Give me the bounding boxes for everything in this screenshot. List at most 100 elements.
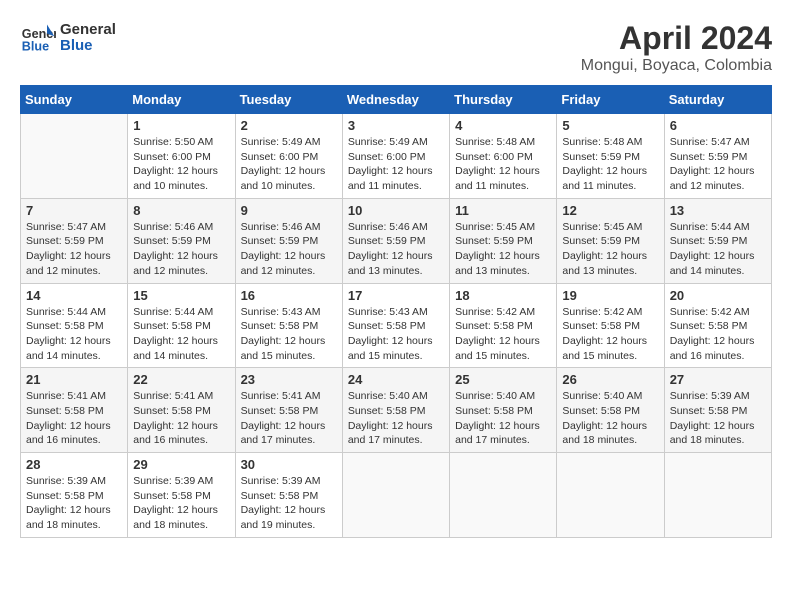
day-info: Sunrise: 5:44 AM Sunset: 5:58 PM Dayligh… — [133, 305, 229, 364]
day-number: 6 — [670, 118, 766, 133]
day-info: Sunrise: 5:44 AM Sunset: 5:58 PM Dayligh… — [26, 305, 122, 364]
day-number: 3 — [348, 118, 444, 133]
day-header-sunday: Sunday — [21, 86, 128, 114]
day-number: 16 — [241, 288, 337, 303]
title-area: April 2024 Mongui, Boyaca, Colombia — [581, 20, 772, 75]
day-number: 24 — [348, 372, 444, 387]
day-number: 2 — [241, 118, 337, 133]
day-info: Sunrise: 5:39 AM Sunset: 5:58 PM Dayligh… — [670, 389, 766, 448]
day-info: Sunrise: 5:39 AM Sunset: 5:58 PM Dayligh… — [241, 474, 337, 533]
calendar-cell: 1 Sunrise: 5:50 AM Sunset: 6:00 PM Daylig… — [128, 114, 235, 199]
day-info: Sunrise: 5:47 AM Sunset: 5:59 PM Dayligh… — [670, 135, 766, 194]
day-number: 29 — [133, 457, 229, 472]
calendar-cell: 26Sunrise: 5:40 AM Sunset: 5:58 PM Dayli… — [557, 368, 664, 453]
calendar-cell: 7 Sunrise: 5:47 AM Sunset: 5:59 PM Daylig… — [21, 198, 128, 283]
calendar-cell: 23 Sunrise: 5:41 AM Sunset: 5:58 PM Dayli… — [235, 368, 342, 453]
day-info: Sunrise: 5:49 AM Sunset: 6:00 PM Dayligh… — [241, 135, 337, 194]
day-info: Sunrise: 5:39 AM Sunset: 5:58 PM Dayligh… — [133, 474, 229, 533]
logo-line2: Blue — [60, 38, 116, 55]
day-header-saturday: Saturday — [664, 86, 771, 114]
week-row-2: 14 Sunrise: 5:44 AM Sunset: 5:58 PM Dayli… — [21, 283, 772, 368]
calendar-cell: 28Sunrise: 5:39 AM Sunset: 5:58 PM Dayli… — [21, 453, 128, 538]
calendar-cell: 10Sunrise: 5:46 AM Sunset: 5:59 PM Dayli… — [342, 198, 449, 283]
day-number: 22 — [133, 372, 229, 387]
calendar-table: SundayMondayTuesdayWednesdayThursdayFrid… — [20, 85, 772, 538]
logo-icon: General Blue — [20, 20, 56, 56]
day-number: 23 — [241, 372, 337, 387]
day-number: 12 — [562, 203, 658, 218]
day-info: Sunrise: 5:46 AM Sunset: 5:59 PM Dayligh… — [133, 220, 229, 279]
calendar-cell: 19 Sunrise: 5:42 AM Sunset: 5:58 PM Dayli… — [557, 283, 664, 368]
week-row-0: 1 Sunrise: 5:50 AM Sunset: 6:00 PM Daylig… — [21, 114, 772, 199]
week-row-4: 28 Sunrise: 5:39 AM Sunset: 5:58 PM Dayli… — [21, 453, 772, 538]
calendar-cell: 22 Sunrise: 5:41 AM Sunset: 5:58 PM Dayli… — [128, 368, 235, 453]
calendar-cell — [342, 453, 449, 538]
day-header-thursday: Thursday — [450, 86, 557, 114]
day-number: 19 — [562, 288, 658, 303]
calendar-cell: 29 Sunrise: 5:39 AM Sunset: 5:58 PM Dayli… — [128, 453, 235, 538]
day-header-row: SundayMondayTuesdayWednesdayThursdayFrid… — [21, 86, 772, 114]
day-info: Sunrise: 5:46 AM Sunset: 5:59 PM Dayligh… — [241, 220, 337, 279]
day-info: Sunrise: 5:44 AM Sunset: 5:59 PM Dayligh… — [670, 220, 766, 279]
calendar-cell: 11Sunrise: 5:45 AM Sunset: 5:59 PM Dayli… — [450, 198, 557, 283]
logo: General Blue General Blue — [20, 20, 116, 56]
calendar-cell: 24 Sunrise: 5:40 AM Sunset: 5:58 PM Dayli… — [342, 368, 449, 453]
day-info: Sunrise: 5:40 AM Sunset: 5:58 PM Dayligh… — [348, 389, 444, 448]
header: General Blue General Blue April 2024 Mon… — [20, 20, 772, 75]
day-info: Sunrise: 5:45 AM Sunset: 5:59 PM Dayligh… — [562, 220, 658, 279]
calendar-cell: 8Sunrise: 5:46 AM Sunset: 5:59 PM Daylig… — [128, 198, 235, 283]
calendar-cell: 18 Sunrise: 5:42 AM Sunset: 5:58 PM Dayli… — [450, 283, 557, 368]
day-number: 17 — [348, 288, 444, 303]
calendar-cell: 20 Sunrise: 5:42 AM Sunset: 5:58 PM Dayli… — [664, 283, 771, 368]
day-info: Sunrise: 5:46 AM Sunset: 5:59 PM Dayligh… — [348, 220, 444, 279]
day-number: 11 — [455, 203, 551, 218]
day-info: Sunrise: 5:48 AM Sunset: 5:59 PM Dayligh… — [562, 135, 658, 194]
day-number: 20 — [670, 288, 766, 303]
day-number: 7 — [26, 203, 122, 218]
day-header-tuesday: Tuesday — [235, 86, 342, 114]
day-info: Sunrise: 5:40 AM Sunset: 5:58 PM Dayligh… — [455, 389, 551, 448]
day-header-monday: Monday — [128, 86, 235, 114]
day-number: 21 — [26, 372, 122, 387]
calendar-title: April 2024 — [581, 20, 772, 57]
calendar-cell: 3Sunrise: 5:49 AM Sunset: 6:00 PM Daylig… — [342, 114, 449, 199]
calendar-cell: 15Sunrise: 5:44 AM Sunset: 5:58 PM Dayli… — [128, 283, 235, 368]
day-info: Sunrise: 5:42 AM Sunset: 5:58 PM Dayligh… — [455, 305, 551, 364]
logo-line1: General — [60, 22, 116, 39]
day-number: 13 — [670, 203, 766, 218]
calendar-subtitle: Mongui, Boyaca, Colombia — [581, 57, 772, 75]
day-info: Sunrise: 5:50 AM Sunset: 6:00 PM Dayligh… — [133, 135, 229, 194]
calendar-cell: 17 Sunrise: 5:43 AM Sunset: 5:58 PM Dayli… — [342, 283, 449, 368]
calendar-cell: 30 Sunrise: 5:39 AM Sunset: 5:58 PM Dayli… — [235, 453, 342, 538]
day-number: 26 — [562, 372, 658, 387]
week-row-3: 21 Sunrise: 5:41 AM Sunset: 5:58 PM Dayli… — [21, 368, 772, 453]
calendar-cell: 2 Sunrise: 5:49 AM Sunset: 6:00 PM Daylig… — [235, 114, 342, 199]
day-number: 18 — [455, 288, 551, 303]
day-header-friday: Friday — [557, 86, 664, 114]
day-info: Sunrise: 5:41 AM Sunset: 5:58 PM Dayligh… — [241, 389, 337, 448]
day-info: Sunrise: 5:43 AM Sunset: 5:58 PM Dayligh… — [241, 305, 337, 364]
calendar-cell: 14 Sunrise: 5:44 AM Sunset: 5:58 PM Dayli… — [21, 283, 128, 368]
day-info: Sunrise: 5:47 AM Sunset: 5:59 PM Dayligh… — [26, 220, 122, 279]
day-info: Sunrise: 5:42 AM Sunset: 5:58 PM Dayligh… — [562, 305, 658, 364]
calendar-cell: 27 Sunrise: 5:39 AM Sunset: 5:58 PM Dayli… — [664, 368, 771, 453]
calendar-cell — [557, 453, 664, 538]
day-number: 4 — [455, 118, 551, 133]
calendar-cell: 6 Sunrise: 5:47 AM Sunset: 5:59 PM Daylig… — [664, 114, 771, 199]
day-info: Sunrise: 5:43 AM Sunset: 5:58 PM Dayligh… — [348, 305, 444, 364]
day-number: 14 — [26, 288, 122, 303]
day-number: 1 — [133, 118, 229, 133]
week-row-1: 7 Sunrise: 5:47 AM Sunset: 5:59 PM Daylig… — [21, 198, 772, 283]
calendar-cell — [664, 453, 771, 538]
calendar-cell: 5Sunrise: 5:48 AM Sunset: 5:59 PM Daylig… — [557, 114, 664, 199]
day-info: Sunrise: 5:41 AM Sunset: 5:58 PM Dayligh… — [133, 389, 229, 448]
day-info: Sunrise: 5:48 AM Sunset: 6:00 PM Dayligh… — [455, 135, 551, 194]
calendar-cell: 4 Sunrise: 5:48 AM Sunset: 6:00 PM Daylig… — [450, 114, 557, 199]
day-number: 28 — [26, 457, 122, 472]
calendar-cell: 21Sunrise: 5:41 AM Sunset: 5:58 PM Dayli… — [21, 368, 128, 453]
day-number: 30 — [241, 457, 337, 472]
day-info: Sunrise: 5:42 AM Sunset: 5:58 PM Dayligh… — [670, 305, 766, 364]
calendar-cell: 12 Sunrise: 5:45 AM Sunset: 5:59 PM Dayli… — [557, 198, 664, 283]
day-number: 27 — [670, 372, 766, 387]
day-number: 9 — [241, 203, 337, 218]
